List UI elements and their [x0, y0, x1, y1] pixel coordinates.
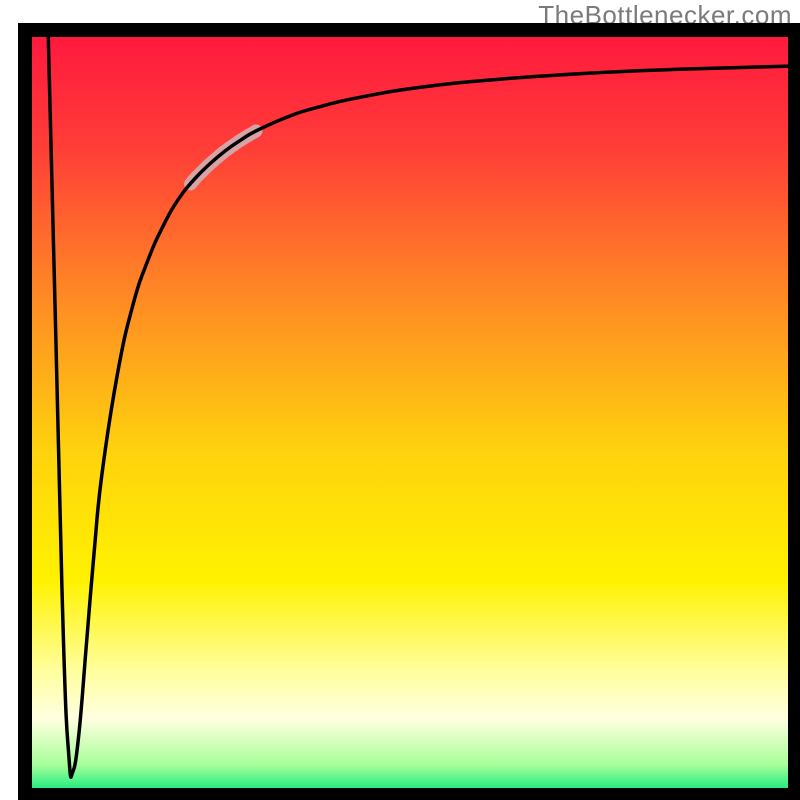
chart-frame: TheBottlenecker.com: [0, 0, 800, 800]
bottleneck-chart: [0, 0, 800, 800]
plot-area: [25, 30, 795, 795]
gradient-background: [25, 30, 795, 795]
